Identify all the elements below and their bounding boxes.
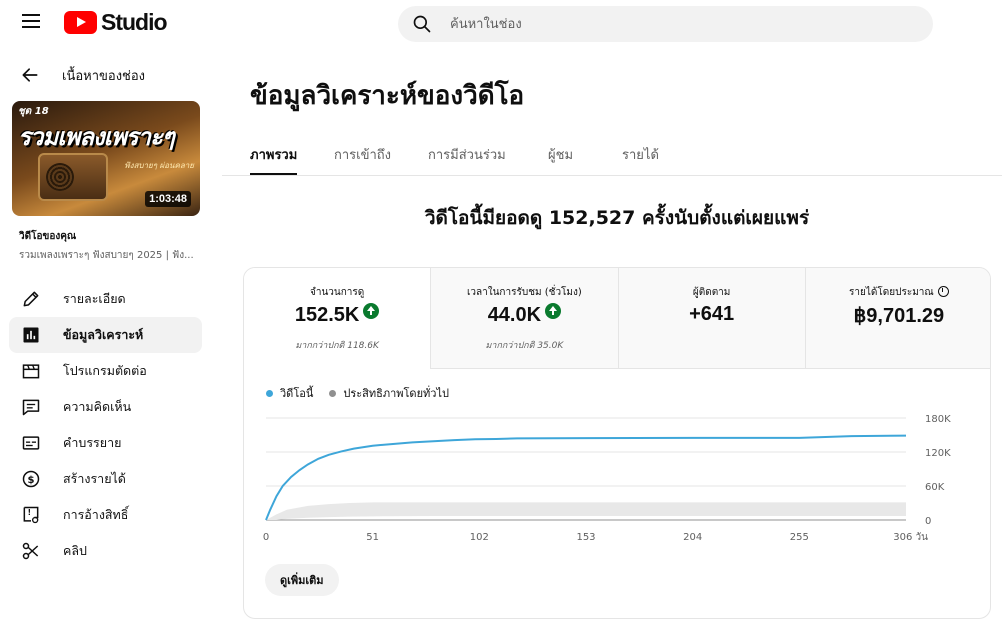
x-tick-label: 102 [470,532,489,543]
x-tick-label: 0 [263,532,269,543]
top-bar: Studio [0,0,1002,46]
sidebar-item-monetization[interactable]: $ สร้างรายได้ [9,461,202,497]
sidebar-item-label: คลิป [63,543,87,558]
trend-up-icon [363,303,380,319]
sidebar-item-label: โปรแกรมตัดต่อ [63,363,147,378]
page-title: ข้อมูลวิเคราะห์ของวิดีโอ [250,81,525,111]
legend-item-this-video: วิดีโอนี้ [266,384,313,402]
sidebar-nav: รายละเอียด ข้อมูลวิเคราะห์ โปรแกรมตัดต่อ… [9,281,202,569]
trend-up-icon [545,303,562,319]
sidebar-item-label: คำบรรยาย [63,435,122,450]
metric-label: รายได้โดยประมาณ [806,285,990,300]
metric-label: เวลาในการรับชม (ชั่วโมง) [466,287,582,298]
sidebar-item-editor[interactable]: โปรแกรมตัดต่อ [9,353,202,389]
views-chart[interactable]: 180K 120K 60K 0 0 51 102 153 204 255 306 วัน [244,408,991,548]
svg-text:$: $ [28,475,35,486]
thumbnail-subtitle: ฟังสบายๆ ผ่อนคลาย [124,161,194,170]
radio-image [38,153,108,201]
video-duration: 1:03:48 [145,191,191,207]
legend-dot [266,389,273,397]
metric-views[interactable]: จำนวนการดู 152.5K มากกว่าปกติ 118.6K [244,268,431,369]
analytics-tabs: ภาพรวม การเข้าถึง การมีส่วนร่วม ผู้ชม รา… [222,142,1002,176]
metric-value-text: 44.0K [487,304,542,326]
metric-label: ผู้ติดตาม [692,287,731,298]
x-tick-label: 51 [366,532,379,543]
sidebar-item-copyright[interactable]: ! การอ้างสิทธิ์ [9,497,202,533]
tab-engagement[interactable]: การมีส่วนร่วม [428,144,506,175]
youtube-play-icon [64,10,97,34]
pencil-icon [21,289,41,309]
comment-icon [21,397,41,417]
legend-label: วิดีโอนี้ [280,387,314,400]
thumbnail-title: รวมเพลงเพราะๆ [18,123,175,151]
back-to-channel-content[interactable]: เนื้อหาของช่อง [20,64,210,86]
x-tick-label: 255 [790,532,809,543]
sidebar-item-label: รายละเอียด [63,291,126,306]
x-tick-label: 204 [683,532,702,543]
overview-card: จำนวนการดู 152.5K มากกว่าปกติ 118.6K เวล… [243,267,991,619]
metric-value: +641 [689,303,735,325]
back-label: เนื้อหาของช่อง [62,68,146,84]
sidebar-item-label: สร้างรายได้ [63,471,126,486]
copyright-claim-icon: ! [21,505,41,525]
y-tick-label: 60K [925,482,945,493]
legend-item-typical: ประสิทธิภาพโดยทั่วไป [329,384,449,402]
tab-overview[interactable]: ภาพรวม [250,144,298,175]
search-bar[interactable] [398,6,933,42]
series-typical-performance-band [266,502,906,520]
menu-icon[interactable] [22,14,40,28]
metric-watch-time[interactable]: เวลาในการรับชม (ชั่วโมง) 44.0K มากกว่าปก… [430,268,618,369]
logo-text: Studio [101,8,168,35]
sidebar-item-comments[interactable]: ความคิดเห็น [9,389,202,425]
legend-dot [329,389,337,397]
tab-reach[interactable]: การเข้าถึง [334,144,391,175]
views-headline: วิดีโอนี้มียอดดู 152,527 ครั้งนับตั้งแต่… [424,207,810,229]
sidebar-item-label: ความคิดเห็น [63,399,132,414]
metric-subscribers[interactable]: ผู้ติดตาม +641 [617,268,805,369]
sidebar-item-clips[interactable]: คลิป [9,533,202,569]
metric-estimated-revenue[interactable]: รายได้โดยประมาณ ฿9,701.29 [804,268,990,369]
legend-label: ประสิทธิภาพโดยทั่วไป [343,387,449,400]
metric-value: ฿9,701.29 [853,305,945,327]
svg-text:!: ! [28,508,31,517]
analytics-icon [21,325,41,345]
y-tick-label: 120K [925,448,951,459]
arrow-back-icon [22,68,38,82]
video-title: รวมเพลงเพราะๆ ฟังสบายๆ 2025 | ฟัง... [19,250,194,261]
metric-tabs: จำนวนการดู 152.5K มากกว่าปกติ 118.6K เวล… [244,268,990,369]
subtitles-icon [21,433,41,453]
x-tick-label: 306 วัน [893,532,928,543]
scissors-icon [21,541,41,561]
youtube-studio-logo[interactable]: Studio [64,8,168,35]
search-icon[interactable] [412,14,432,34]
sidebar-item-label: การอ้างสิทธิ์ [63,507,129,522]
search-input[interactable] [450,6,910,42]
metric-comparison: มากกว่าปกติ 118.6K [295,341,379,351]
chart-legend: วิดีโอนี้ ประสิทธิภาพโดยทั่วไป [266,384,465,402]
clapperboard-icon [21,361,41,381]
sidebar-item-analytics[interactable]: ข้อมูลวิเคราะห์ [9,317,202,353]
x-tick-label: 153 [576,532,595,543]
dollar-icon: $ [21,469,41,489]
clock-icon [937,286,949,297]
video-thumbnail[interactable]: ชุด 18 รวมเพลงเพราะๆ ฟังสบายๆ ผ่อนคลาย 1… [12,101,200,216]
metric-value-text: 152.5K [294,304,360,326]
metric-comparison: มากกว่าปกติ 35.0K [485,341,564,351]
your-video-label: วิดีโอของคุณ [19,231,77,242]
sidebar-item-details[interactable]: รายละเอียด [9,281,202,317]
sidebar: เนื้อหาของช่อง ชุด 18 รวมเพลงเพราะๆ ฟังส… [0,46,222,635]
sidebar-item-subtitles[interactable]: คำบรรยาย [9,425,202,461]
see-more-button[interactable]: ดูเพิ่มเติม [265,564,339,596]
metric-value: 152.5K [244,303,430,327]
tab-audience[interactable]: ผู้ชม [548,144,573,175]
metric-label: จำนวนการดู [309,287,365,298]
tab-revenue[interactable]: รายได้ [622,144,659,175]
metric-label-text: รายได้โดยประมาณ [849,287,934,298]
y-tick-label: 180K [925,414,951,425]
y-tick-label: 0 [925,516,931,527]
metric-value: 44.0K [431,303,617,327]
sidebar-item-label: ข้อมูลวิเคราะห์ [63,327,144,342]
